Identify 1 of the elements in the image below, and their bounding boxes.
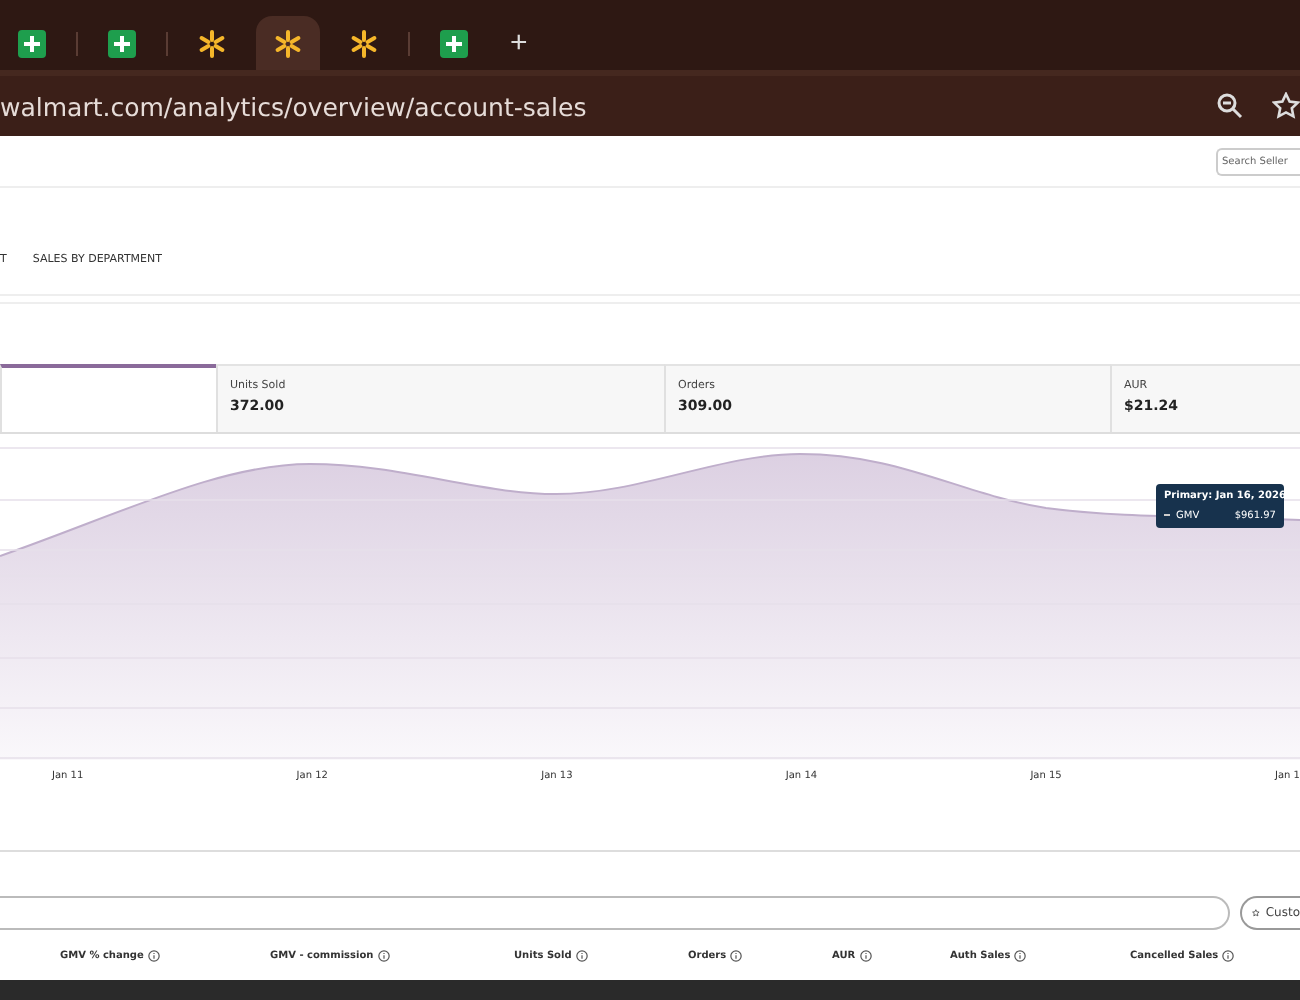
new-tab-button[interactable]: +	[498, 16, 540, 70]
